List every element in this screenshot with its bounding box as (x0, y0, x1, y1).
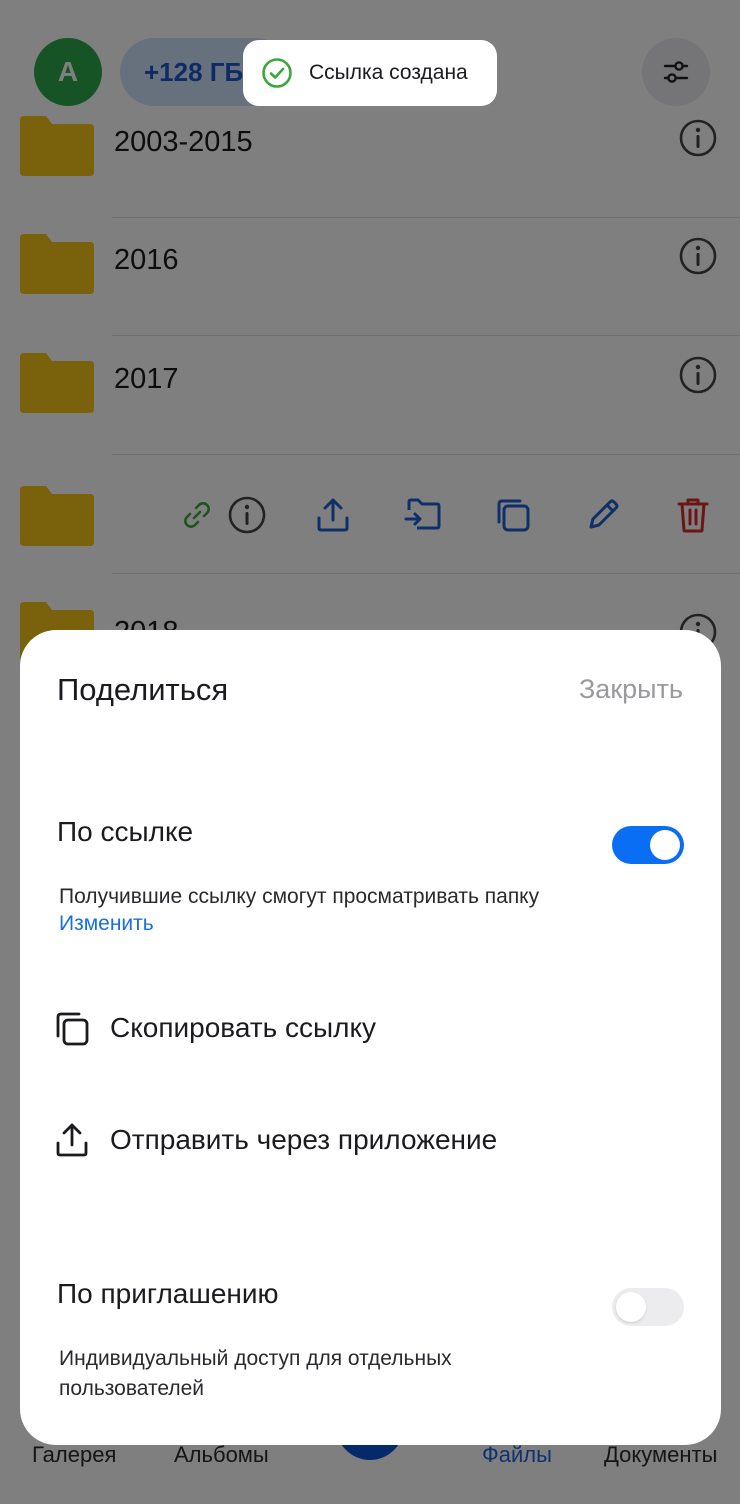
toast: Ссылка создана (243, 40, 497, 106)
toggle-knob (616, 1292, 646, 1322)
copy-icon (52, 1008, 92, 1048)
check-circle-icon (262, 58, 292, 88)
share-sheet: Поделиться Закрыть По ссылке Получившие … (20, 630, 721, 1445)
by-link-toggle[interactable] (612, 826, 684, 864)
copy-link-button[interactable]: Скопировать ссылку (52, 998, 692, 1058)
sheet-title: Поделиться (57, 672, 229, 707)
send-via-app-button[interactable]: Отправить через приложение (52, 1110, 692, 1170)
by-invite-toggle[interactable] (612, 1288, 684, 1326)
change-access-link[interactable]: Изменить (59, 912, 154, 936)
close-button[interactable]: Закрыть (579, 674, 683, 705)
by-link-description: Получившие ссылку смогут просматривать п… (59, 885, 540, 908)
by-link-title: По ссылке (57, 816, 194, 847)
toast-message: Ссылка создана (309, 61, 468, 84)
toggle-knob (650, 830, 680, 860)
copy-link-label: Скопировать ссылку (110, 1012, 377, 1043)
by-invite-title: По приглашению (57, 1278, 279, 1309)
by-invite-description: Индивидуальный доступ для отдельных поль… (59, 1347, 452, 1400)
share-upload-icon (52, 1120, 92, 1160)
send-via-app-label: Отправить через приложение (110, 1124, 498, 1155)
